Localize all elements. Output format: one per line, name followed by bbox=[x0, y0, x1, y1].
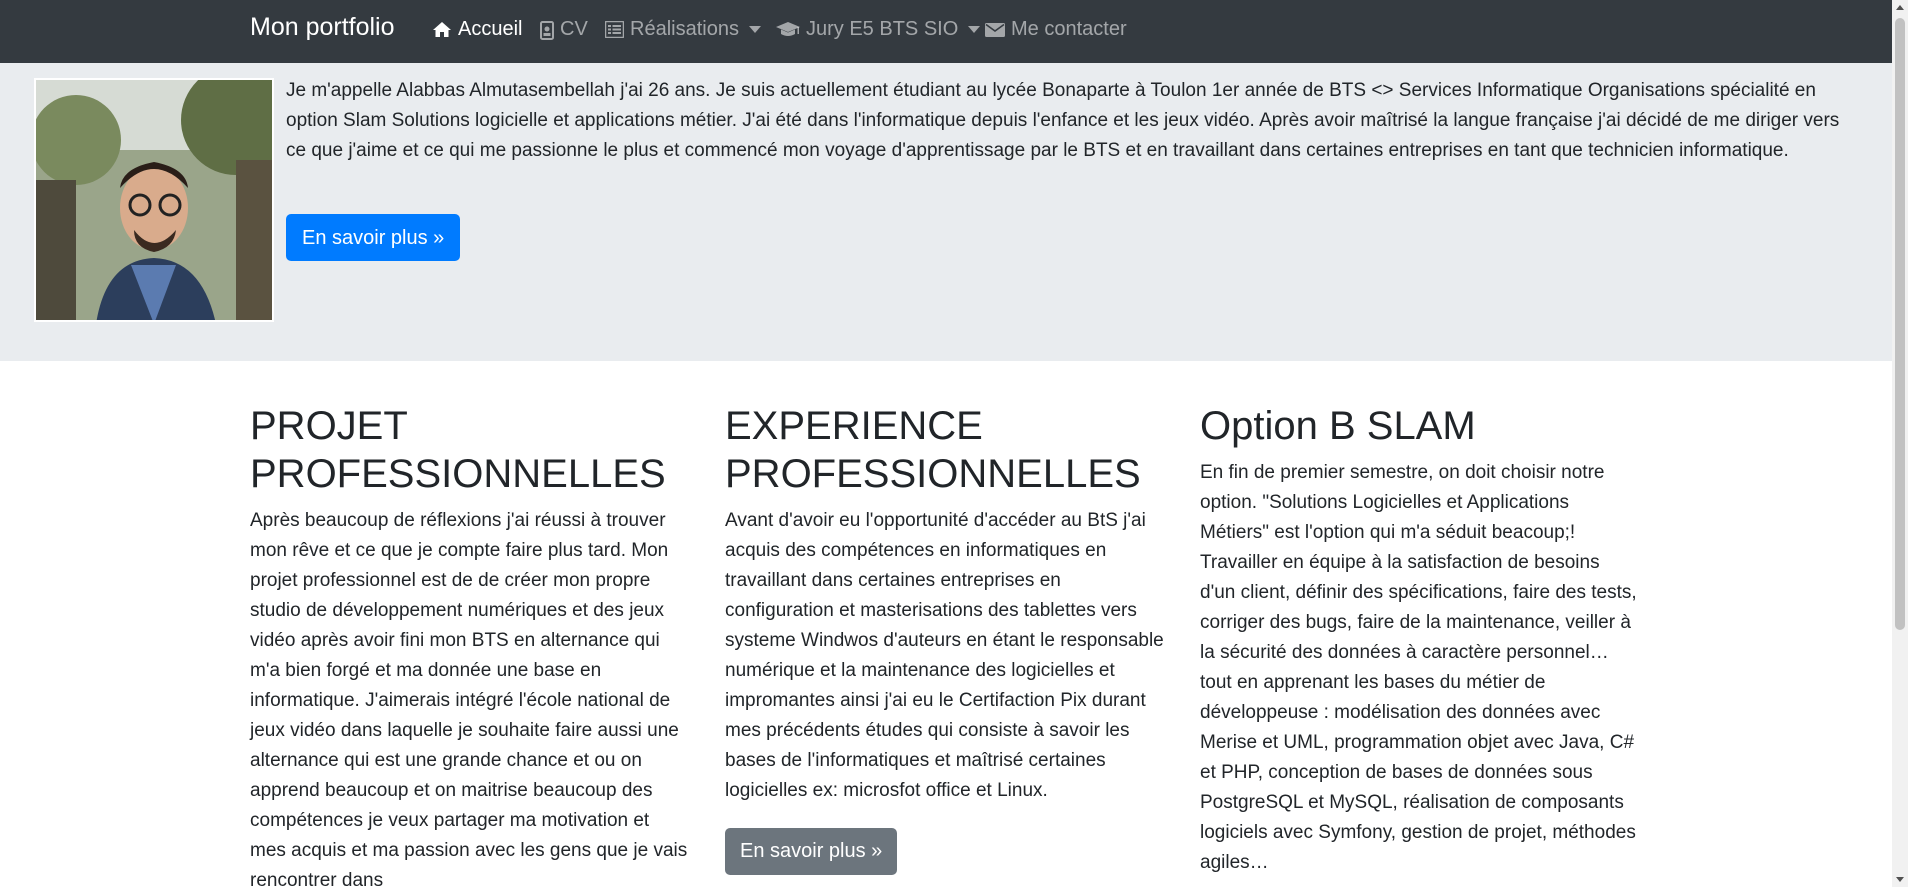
column-text: Après beaucoup de réflexions j'ai réussi… bbox=[250, 510, 688, 887]
list-icon bbox=[605, 21, 624, 38]
caret-down-icon bbox=[968, 26, 981, 33]
nav-item-label: CV bbox=[560, 18, 588, 40]
graduation-cap-icon bbox=[776, 22, 800, 36]
column-text: Avant d'avoir eu l'opportunité d'accéder… bbox=[725, 510, 1164, 801]
scroll-thumb[interactable] bbox=[1895, 18, 1905, 630]
column-option-slam: Option B SLAM En fin de premier semestre… bbox=[1200, 402, 1640, 878]
column-title: Option B SLAM bbox=[1200, 404, 1476, 448]
id-card-icon bbox=[540, 20, 554, 40]
experience-learn-more-button[interactable]: En savoir plus » bbox=[725, 828, 898, 875]
caret-down-icon bbox=[748, 26, 761, 33]
column-title: PROJET PROFESSIONNELLES bbox=[250, 404, 666, 496]
column-experience: EXPERIENCE PROFESSIONNELLES Avant d'avoi… bbox=[725, 402, 1165, 875]
scroll-up-icon[interactable] bbox=[1896, 5, 1904, 10]
nav-item-cv[interactable]: CV bbox=[540, 18, 588, 41]
navbar-brand[interactable]: Mon portfolio bbox=[250, 13, 395, 42]
envelope-icon bbox=[985, 22, 1005, 37]
nav-item-jury[interactable]: Jury E5 BTS SIO bbox=[776, 18, 981, 41]
column-projet: PROJET PROFESSIONNELLES Après beaucoup d… bbox=[250, 402, 690, 887]
nav-item-contact[interactable]: Me contacter bbox=[985, 18, 1127, 41]
nav-item-accueil[interactable]: Accueil bbox=[432, 18, 522, 41]
top-navbar: Mon portfolio Accueil CV Réalisations Ju… bbox=[0, 0, 1892, 63]
column-title: EXPERIENCE PROFESSIONNELLES bbox=[725, 404, 1141, 496]
home-icon bbox=[433, 22, 451, 37]
profile-photo-illustration bbox=[36, 80, 272, 320]
nav-item-label: Me contacter bbox=[1011, 18, 1127, 40]
learn-more-button[interactable]: En savoir plus » bbox=[286, 214, 461, 261]
intro-text: Je m'appelle Alabbas Almutasembellah j'a… bbox=[286, 80, 1840, 161]
nav-item-realisations[interactable]: Réalisations bbox=[605, 18, 761, 41]
profile-photo bbox=[34, 78, 274, 322]
scroll-down-icon[interactable] bbox=[1896, 877, 1904, 882]
column-text: En fin de premier semestre, on doit choi… bbox=[1200, 462, 1637, 873]
nav-item-label: Jury E5 BTS SIO bbox=[806, 18, 959, 40]
nav-item-label: Réalisations bbox=[630, 18, 739, 40]
nav-item-label: Accueil bbox=[458, 18, 523, 40]
vertical-scrollbar[interactable] bbox=[1892, 0, 1908, 887]
